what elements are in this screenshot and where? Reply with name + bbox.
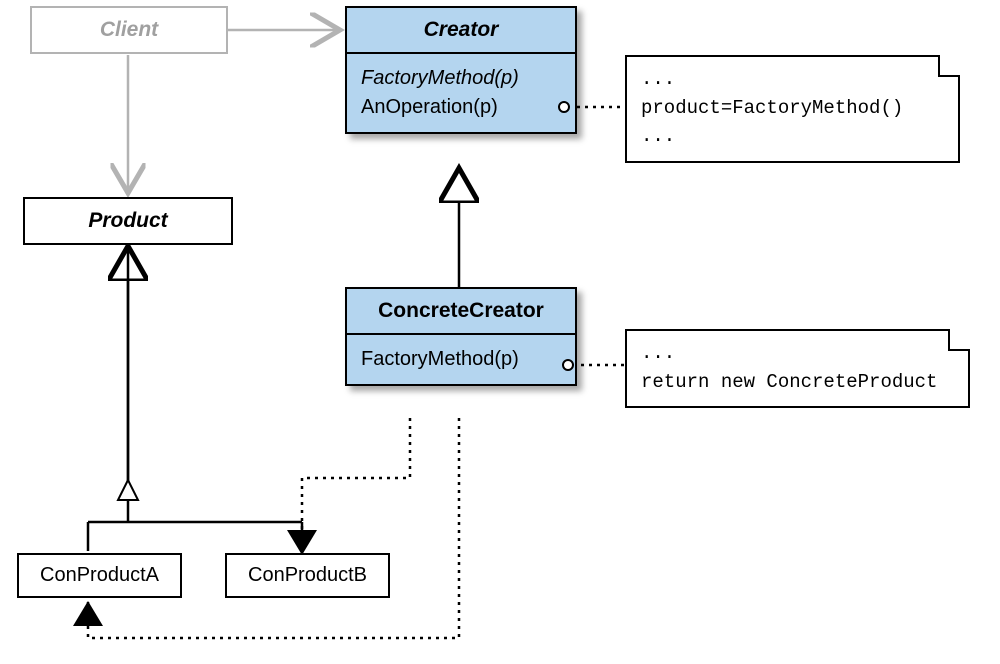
class-con-product-b: ConProductB [225,553,390,598]
class-label: ConProductB [248,564,367,586]
class-creator: Creator FactoryMethod(p) AnOperation(p) [345,6,577,134]
class-title: Product [25,199,231,243]
note-line: ... [641,339,954,368]
connector-port-icon [562,359,574,371]
class-label: ConProductA [40,564,159,586]
class-product: Product [23,197,233,245]
class-client: Client [30,6,228,54]
class-body: FactoryMethod(p) AnOperation(p) [347,52,575,132]
note-line: ... [641,122,944,151]
note-creator: ... product=FactoryMethod() ... [625,55,960,163]
class-concrete-creator: ConcreteCreator FactoryMethod(p) [345,287,577,386]
method-abstract: FactoryMethod(p) [361,64,561,93]
class-title: Client [32,8,226,52]
note-concrete-creator: ... return new ConcreteProduct [625,329,970,408]
method: AnOperation(p) [361,93,561,122]
class-body: FactoryMethod(p) [347,333,575,384]
class-title: ConcreteCreator [347,289,575,333]
method: FactoryMethod(p) [361,345,561,374]
note-line: product=FactoryMethod() [641,94,944,123]
note-line: return new ConcreteProduct [641,368,954,397]
uml-diagram: Client Creator FactoryMethod(p) AnOperat… [0,0,1000,664]
class-con-product-a: ConProductA [17,553,182,598]
note-line: ... [641,65,944,94]
dog-ear-icon [938,55,960,77]
dog-ear-icon [948,329,970,351]
connector-port-icon [558,101,570,113]
class-title: Creator [347,8,575,52]
